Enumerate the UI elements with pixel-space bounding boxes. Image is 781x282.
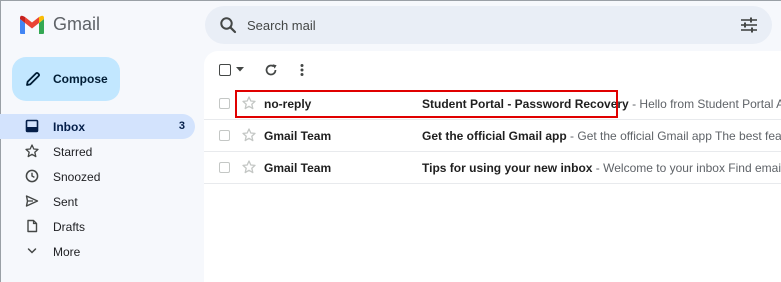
separator: - [566,129,578,143]
sidebar-item-label: Inbox [53,120,85,134]
compose-label: Compose [53,72,108,86]
row-checkbox[interactable] [219,98,230,109]
email-sender: Gmail Team [264,129,332,143]
mail-list-panel: no-reply Student Portal - Password Recov… [204,51,781,282]
send-icon [25,195,39,207]
separator: - [628,97,640,111]
sidebar-item-label: Drafts [53,220,86,234]
inbox-icon [25,119,39,133]
email-sender: no-reply [264,97,312,111]
sidebar-item-label: More [53,245,81,259]
search-options-icon[interactable] [740,17,758,33]
sidebar-item-inbox[interactable]: Inbox 3 [0,114,195,139]
more-options-icon[interactable] [300,63,304,77]
email-list: no-reply Student Portal - Password Recov… [204,88,781,184]
sidebar-item-snoozed[interactable]: Snoozed [0,164,195,189]
sidebar-item-label: Snoozed [53,170,101,184]
row-checkbox[interactable] [219,130,230,141]
email-row[interactable]: Gmail Team Get the official Gmail app - … [204,120,781,152]
sidebar-item-label: Starred [53,145,93,159]
gmail-logo-icon [20,15,44,34]
search-bar[interactable] [205,6,772,44]
select-all-checkbox[interactable] [219,64,231,76]
email-content: Student Portal - Password Recovery - Hel… [422,97,781,111]
email-content: Tips for using your new inbox - Welcome … [422,161,781,175]
caret-down-icon[interactable] [236,67,244,73]
unread-count-badge: 3 [178,120,185,132]
search-icon[interactable] [219,16,237,34]
email-subject: Get the official Gmail app [422,129,567,143]
clock-icon [25,169,39,183]
email-subject: Tips for using your new inbox [422,161,593,175]
compose-button[interactable]: Compose [12,57,120,101]
mail-toolbar [204,51,781,87]
star-icon[interactable] [242,96,256,110]
chevron-down-icon [27,248,37,254]
star-icon [25,144,39,158]
email-snippet: Get the official Gmail app The best feat… [577,129,781,143]
search-input[interactable] [247,6,717,44]
email-snippet: Hello from Student Portal A req [639,97,781,111]
star-icon[interactable] [242,160,256,174]
email-row[interactable]: Gmail Team Tips for using your new inbox… [204,152,781,184]
separator: - [592,161,604,175]
sidebar-nav: Inbox 3 Starred Snoozed Sent Drafts More [0,114,200,264]
email-subject: Student Portal - Password Recovery [422,97,629,111]
star-icon[interactable] [242,128,256,142]
row-checkbox[interactable] [219,162,230,173]
email-row[interactable]: no-reply Student Portal - Password Recov… [204,88,781,120]
sidebar-item-drafts[interactable]: Drafts [0,214,195,239]
email-content: Get the official Gmail app - Get the off… [422,129,781,143]
sidebar-item-more[interactable]: More [0,239,195,264]
pencil-icon [26,72,40,86]
email-snippet: Welcome to your inbox Find emails fast [603,161,781,175]
email-sender: Gmail Team [264,161,332,175]
sidebar-item-starred[interactable]: Starred [0,139,195,164]
sidebar-item-sent[interactable]: Sent [0,189,195,214]
sidebar-item-label: Sent [53,195,78,209]
gmail-logo[interactable]: Gmail [19,14,100,35]
refresh-icon[interactable] [264,63,278,77]
app-name: Gmail [53,14,101,34]
draft-icon [27,219,38,233]
